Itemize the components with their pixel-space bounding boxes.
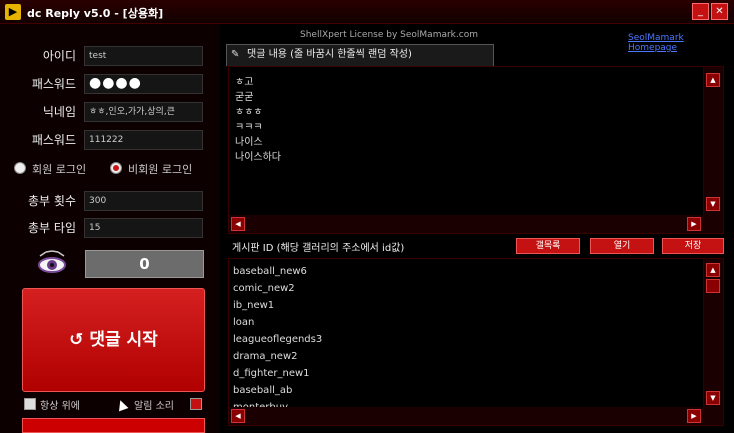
post-password-label: 패스워드 — [31, 133, 76, 147]
sound-alert-label: 알림 소리 — [134, 401, 174, 412]
comment-line: 나이스 — [235, 137, 263, 148]
board-items: baseball_new6 comic_new2 ib_new1 loan le… — [233, 263, 322, 416]
repeat-count-label: 총부 횟수 — [28, 194, 76, 208]
window-title: dc Reply v5.0 - [상용화] — [27, 7, 164, 20]
guest-login-radio[interactable] — [110, 162, 122, 174]
save-button[interactable]: 저장 — [662, 238, 724, 254]
board-id-list[interactable]: baseball_new6 comic_new2 ib_new1 loan le… — [228, 258, 724, 426]
scroll-left-icon[interactable]: ◀ — [231, 217, 245, 231]
post-password-input[interactable]: 111222 — [84, 130, 203, 150]
list-item[interactable]: ib_new1 — [233, 297, 322, 314]
comment-line: 나이스하다 — [235, 152, 281, 163]
list-item[interactable]: comic_new2 — [233, 280, 322, 297]
list-item[interactable]: d_fighter_new1 — [233, 365, 322, 382]
scroll-down-icon[interactable]: ▼ — [706, 391, 720, 405]
nickname-label: 닉네임 — [42, 105, 76, 119]
comment-line: ㅋㅋㅋ — [235, 122, 263, 133]
board-vertical-scrollbar[interactable]: ▲ ▼ — [703, 259, 723, 407]
guest-login-label: 비회원 로그인 — [128, 163, 193, 176]
scroll-right-icon[interactable]: ▶ — [687, 409, 701, 423]
tab-comment-content[interactable]: ✎ 댓글 내용 (줄 바꿈시 한줄씩 랜덤 작성) — [226, 44, 494, 66]
always-on-top-label: 항상 위에 — [40, 401, 80, 412]
pencil-icon: ✎ — [231, 49, 240, 60]
always-on-top-checkbox[interactable] — [24, 398, 36, 410]
homepage-link[interactable]: SeolMamark Homepage — [628, 33, 734, 53]
comment-vertical-scrollbar[interactable]: ▲ ▼ — [703, 67, 723, 215]
minimize-button[interactable]: _ — [692, 3, 709, 20]
scroll-up-icon[interactable]: ▲ — [706, 263, 720, 277]
list-item[interactable]: leagueoflegends3 — [233, 331, 322, 348]
list-item[interactable]: drama_new2 — [233, 348, 322, 365]
member-login-radio[interactable] — [14, 162, 26, 174]
eye-icon[interactable] — [36, 248, 68, 276]
start-comment-button[interactable]: ↺ 댓글 시작 — [22, 288, 205, 392]
comment-line: ㅎㅎㅎ — [235, 107, 263, 118]
id-label: 아이디 — [42, 49, 76, 63]
app-logo-icon: ▶ — [5, 4, 21, 20]
list-item[interactable]: baseball_ab — [233, 382, 322, 399]
id-input[interactable]: test — [84, 46, 203, 66]
comment-horizontal-scrollbar[interactable]: ◀ ▶ — [229, 215, 723, 233]
password-label: 패스워드 — [31, 77, 76, 91]
counter-display: 0 — [85, 250, 204, 278]
title-bar: ▶ dc Reply v5.0 - [상용화] _ ✕ — [0, 0, 734, 24]
repeat-delay-label: 총부 타임 — [28, 221, 76, 235]
member-login-label: 회원 로그인 — [32, 163, 87, 176]
scroll-right-icon[interactable]: ▶ — [687, 217, 701, 231]
comment-line: 굳굳 — [235, 92, 254, 103]
password-input[interactable]: ●●●● — [84, 74, 203, 94]
tab-comment-label: 댓글 내용 (줄 바꿈시 한줄씩 랜덤 작성) — [247, 49, 412, 60]
comment-line: ㅎ고 — [235, 77, 254, 88]
scroll-up-icon[interactable]: ▲ — [706, 73, 720, 87]
secondary-button[interactable] — [22, 418, 205, 433]
close-button[interactable]: ✕ — [711, 3, 728, 20]
gallery-list-button[interactable]: 갤목록 — [516, 238, 580, 254]
open-button[interactable]: 열기 — [590, 238, 654, 254]
left-panel: 아이디 test 패스워드 ●●●● 닉네임 ㅎㅎ,인오,가가,상의,큰 패스워… — [0, 24, 220, 433]
list-item[interactable]: baseball_new6 — [233, 263, 322, 280]
list-item[interactable]: loan — [233, 314, 322, 331]
repeat-delay-input[interactable]: 15 — [84, 218, 203, 238]
scroll-thumb[interactable] — [706, 279, 720, 293]
comment-textarea[interactable]: ㅎ고 굳굳 ㅎㅎㅎ ㅋㅋㅋ 나이스 나이스하다 ▲ ▼ ◀ ▶ — [228, 66, 724, 234]
scroll-down-icon[interactable]: ▼ — [706, 197, 720, 211]
comment-lines: ㅎ고 굳굳 ㅎㅎㅎ ㅋㅋㅋ 나이스 나이스하다 — [235, 75, 281, 165]
mouse-cursor-icon — [115, 398, 129, 412]
license-text: ShellXpert License by SeolMamark.com — [300, 30, 478, 40]
board-id-label: 게시판 ID (해당 갤러리의 주소에서 id값) — [232, 243, 405, 254]
nickname-input[interactable]: ㅎㅎ,인오,가가,상의,큰 — [84, 102, 203, 122]
scroll-left-icon[interactable]: ◀ — [231, 409, 245, 423]
repeat-count-input[interactable]: 300 — [84, 191, 203, 211]
board-horizontal-scrollbar[interactable]: ◀ ▶ — [229, 407, 723, 425]
sound-alert-checkbox[interactable] — [190, 398, 202, 410]
